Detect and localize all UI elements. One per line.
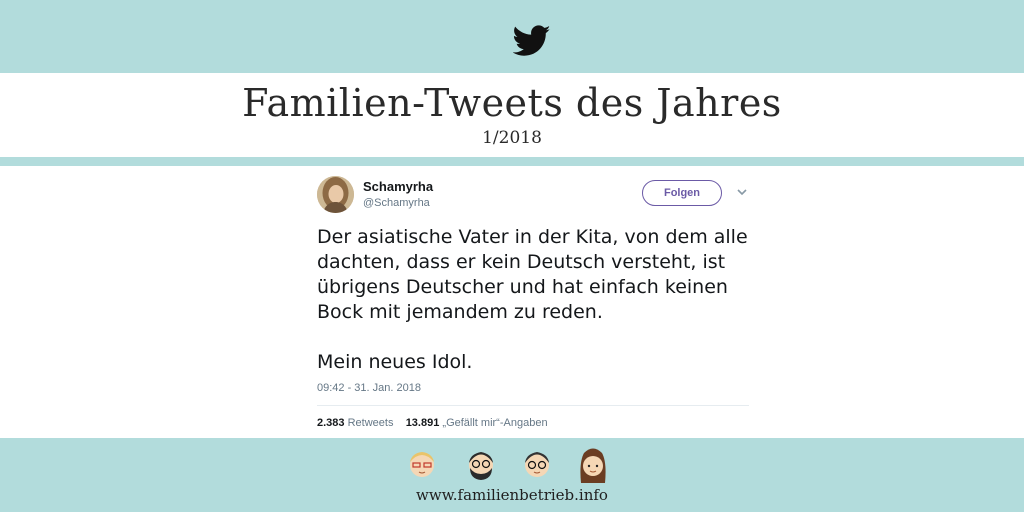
retweets-count[interactable]: 2.383 xyxy=(317,417,345,429)
chevron-down-icon[interactable] xyxy=(736,186,748,198)
avatar-image xyxy=(317,176,354,213)
avatar[interactable] xyxy=(317,176,354,213)
author-handle[interactable]: @Schamyrha xyxy=(363,197,430,209)
retweets-label[interactable]: Retweets xyxy=(348,417,394,429)
page-title: Familien-Tweets des Jahres xyxy=(242,81,782,125)
author-name[interactable]: Schamyrha xyxy=(363,179,433,194)
page-subtitle: 1/2018 xyxy=(482,128,542,148)
face-icon xyxy=(469,452,493,480)
tweet-paragraph: Mein neues Idol. xyxy=(317,351,473,373)
twitter-bird-icon xyxy=(513,25,551,56)
tweet-timestamp[interactable]: 09:42 - 31. Jan. 2018 xyxy=(317,382,421,394)
family-faces xyxy=(410,448,606,483)
title-band: Familien-Tweets des Jahres 1/2018 xyxy=(0,73,1024,157)
likes-label[interactable]: „Gefällt mir“-Angaben xyxy=(442,417,547,429)
footer-url[interactable]: www.familienbetrieb.info xyxy=(0,486,1024,504)
follow-button[interactable]: Folgen xyxy=(642,180,722,206)
tweet-stats: 2.383 Retweets 13.891 „Gefällt mir“-Anga… xyxy=(317,417,548,429)
tweet-paragraph: Der asiatische Vater in der Kita, von de… xyxy=(317,226,748,323)
face-icon xyxy=(580,448,606,483)
face-icon xyxy=(410,452,434,477)
top-band xyxy=(0,0,1024,73)
divider xyxy=(317,405,749,406)
face-icon xyxy=(525,452,549,477)
tweet-text: Der asiatische Vater in der Kita, von de… xyxy=(317,225,757,375)
likes-count[interactable]: 13.891 xyxy=(406,417,440,429)
